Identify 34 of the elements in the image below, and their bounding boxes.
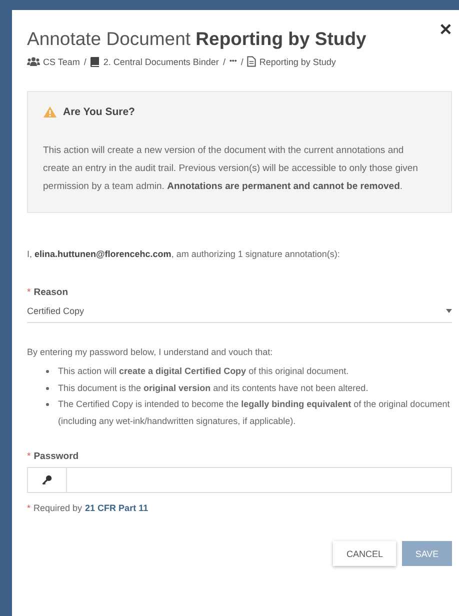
required-mark: * [27, 451, 31, 462]
required-mark: * [27, 503, 31, 513]
password-field[interactable] [27, 467, 452, 493]
breadcrumb-link[interactable]: Reporting by Study [259, 56, 336, 66]
warning-text: This action will create a new version of the document with the current annotations and create an entry in the audit trail. Previous version(s) will be accessible to only those given permission by a team admin. Annotations are permanent and cannot be removed. [43, 144, 419, 194]
requirement-text: Required by [34, 503, 82, 513]
bullet-icon [46, 370, 49, 373]
field-label: Password [34, 451, 79, 462]
bullet-icon [46, 386, 49, 390]
vouch-intro: By entering my password below, I understand and vouch that: [27, 347, 274, 357]
field-label: Reason [34, 287, 68, 298]
people-icon [27, 57, 40, 66]
breadcrumb-separator: / [84, 56, 86, 66]
required-mark: * [27, 287, 31, 298]
key-icon [42, 475, 52, 485]
breadcrumb-link[interactable]: 2. Central Documents Binder [103, 56, 219, 66]
statement-text: The Certified Copy is intended to become the legally binding equivalent of the original document (including any wet-ink/handwritten signatures, if applicable). [58, 398, 451, 428]
alert-title: Are You Sure? [63, 106, 135, 118]
dialog-title: Annotate Document Reporting by Study [27, 28, 366, 50]
document-icon [247, 56, 256, 67]
statement-text: This document is the original version and its contents have not been altered. [58, 382, 370, 395]
reason-dropdown[interactable]: Certified Copy [27, 306, 452, 323]
statement-text: This action will create a digital Certified Copy of this original document. [58, 365, 350, 378]
warning-icon [43, 106, 57, 118]
book-icon [90, 56, 100, 66]
regulation-link[interactable]: 21 CFR Part 11 [85, 503, 148, 513]
breadcrumb-separator: / [222, 56, 226, 66]
cancel-button[interactable]: CANCEL [333, 541, 396, 566]
authorization-text: I, elina.huttunen@florencehc.com, am authorizing 1 signature annotation(s): [27, 249, 341, 259]
bullet-icon [46, 403, 49, 406]
caret-icon [446, 309, 452, 313]
close-button[interactable]: ✕ [439, 20, 452, 40]
breadcrumb-link[interactable]: CS Team [43, 56, 80, 66]
breadcrumb-separator: / [240, 56, 244, 66]
